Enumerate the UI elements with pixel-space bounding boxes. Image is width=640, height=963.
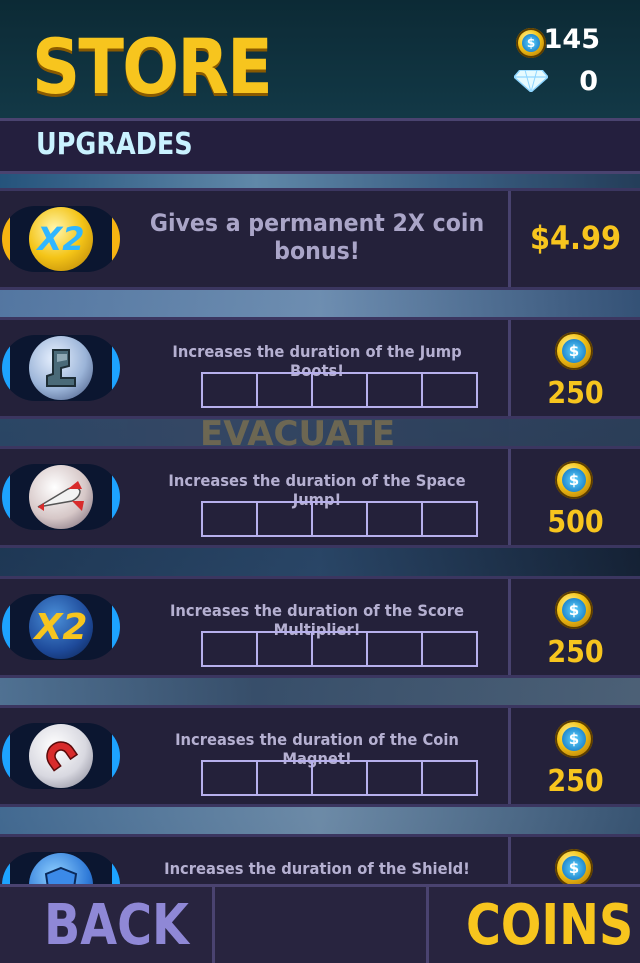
item-price: 250 — [547, 635, 604, 670]
store-item-space-jump[interactable]: Increases the duration of the Space Jump… — [0, 446, 640, 548]
store-item-jump-boots[interactable]: Increases the duration of the Jump Boots… — [0, 317, 640, 419]
upgrade-progress-bar — [201, 760, 478, 796]
buy-button[interactable]: $4.99 — [511, 191, 640, 287]
coin-icon: $ — [555, 720, 593, 758]
item-price: $4.99 — [529, 219, 622, 257]
item-price: 250 — [547, 376, 604, 411]
space-jump-rocket-icon — [2, 464, 120, 530]
item-description: Gives a permanent 2X coin bonus! — [149, 209, 485, 265]
background-strip — [0, 290, 640, 320]
store-item-2x-coin[interactable]: X2 Gives a permanent 2X coin bonus! $4.9… — [0, 188, 640, 290]
section-header: UPGRADES — [0, 118, 640, 174]
coin-icon: $ — [555, 332, 593, 370]
background-strip — [0, 548, 640, 578]
upgrade-progress-bar — [201, 631, 478, 667]
section-title: UPGRADES — [36, 127, 193, 162]
store-item-score-multiplier[interactable]: X2 Increases the duration of the Score M… — [0, 576, 640, 678]
buy-button[interactable]: $ 250 — [511, 708, 640, 804]
upgrade-progress-bar — [201, 372, 478, 408]
store-item-coin-magnet[interactable]: Increases the duration of the Coin Magne… — [0, 705, 640, 807]
gem-count: 0 — [579, 66, 598, 97]
upgrade-progress-bar — [201, 501, 478, 537]
background-strip — [0, 806, 640, 836]
item-price: 500 — [547, 505, 604, 540]
item-price: 250 — [547, 764, 604, 799]
coin-icon: $ — [516, 28, 546, 58]
item-description: Increases the duration of the Shield! — [164, 859, 470, 878]
coin-count: 145 — [543, 24, 600, 55]
buy-button[interactable]: $ 500 — [511, 449, 640, 545]
footer-bar: BACK COINS — [0, 884, 640, 963]
buy-button[interactable]: $ 250 — [511, 320, 640, 416]
diamond-icon — [512, 69, 550, 94]
coin-magnet-icon — [2, 723, 120, 789]
x2-coin-icon: X2 — [2, 206, 120, 272]
background-strip — [0, 677, 640, 707]
buy-button[interactable]: $ 250 — [511, 579, 640, 675]
back-button[interactable]: BACK — [44, 893, 189, 958]
score-multiplier-x2-icon: X2 — [2, 594, 120, 660]
store-header: STORE $ 145 0 — [0, 0, 640, 120]
coin-icon: $ — [555, 461, 593, 499]
page-title: STORE — [32, 22, 273, 111]
jump-boots-icon — [2, 335, 120, 401]
coins-button[interactable]: COINS — [466, 893, 633, 958]
coin-icon: $ — [555, 591, 593, 629]
background-strip: EVACUATE — [0, 414, 640, 454]
coin-icon: $ — [555, 849, 593, 887]
